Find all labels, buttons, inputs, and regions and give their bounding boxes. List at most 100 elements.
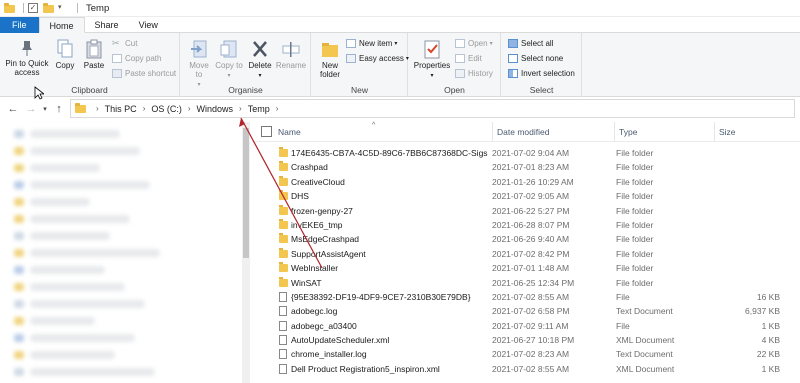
rename-button[interactable]: Rename: [275, 39, 307, 70]
copy-path-button[interactable]: Copy path: [112, 52, 161, 64]
paste-shortcut-label: Paste shortcut: [125, 68, 177, 78]
invert-selection-icon: [508, 68, 518, 78]
select-all-button[interactable]: Select all: [508, 37, 553, 49]
chevron-right-icon: ›: [187, 104, 191, 113]
tab-file[interactable]: File: [0, 17, 39, 33]
delete-button[interactable]: Delete ▾: [247, 39, 273, 81]
ribbon-tabs: File Home Share View: [0, 17, 800, 33]
column-header-name[interactable]: Name: [278, 127, 301, 137]
pin-icon: [20, 39, 34, 57]
file-name: adobegc.log: [291, 306, 338, 317]
edit-button[interactable]: Edit: [455, 52, 482, 64]
address-bar[interactable]: › This PC › OS (C:) › Windows › Temp ›: [70, 99, 795, 118]
edit-icon: [455, 53, 465, 63]
file-row[interactable]: invEKE6_tmp 2021-06-28 8:07 PM File folder: [252, 218, 800, 232]
file-row[interactable]: SupportAssistAgent 2021-07-02 8:42 PM File…: [252, 247, 800, 261]
properties-button[interactable]: Properties ▾: [413, 39, 451, 81]
history-button[interactable]: History: [455, 67, 493, 79]
file-row[interactable]: MsEdgeCrashpad 2021-06-26 9:40 AM File fol…: [252, 232, 800, 246]
column-header-size[interactable]: Size: [714, 121, 736, 142]
tab-share[interactable]: Share: [85, 17, 129, 33]
file-date: 2021-07-01 1:48 AM: [492, 263, 570, 274]
easy-access-label: Easy access: [359, 53, 404, 63]
file-row[interactable]: Dell Product Registration5_inspiron.xml 2…: [252, 362, 800, 376]
new-folder-button[interactable]: New folder: [316, 39, 344, 79]
paste-shortcut-button[interactable]: Paste shortcut: [112, 67, 176, 79]
tab-home[interactable]: Home: [38, 17, 85, 33]
properties-icon: [423, 39, 441, 59]
navigation-bar: ← → ▾ ↑ › This PC › OS (C:) › Windows › …: [0, 97, 800, 121]
file-row[interactable]: {95E38392-DF19-4DF9-9CE7-2310B30E79DB} 20…: [252, 290, 800, 304]
file-name: WebInstaller: [291, 263, 339, 274]
column-header-date[interactable]: Date modified: [492, 121, 549, 142]
cut-label: Cut: [125, 38, 138, 48]
recent-locations-chevron-icon[interactable]: ▾: [40, 105, 50, 113]
invert-selection-button[interactable]: Invert selection: [508, 67, 575, 79]
navigation-pane-scrollbar[interactable]: [242, 122, 250, 383]
column-header-type[interactable]: Type: [614, 121, 637, 142]
file-row[interactable]: adobegc.log 2021-07-02 6:58 PM Text Docume…: [252, 304, 800, 318]
breadcrumb-this-pc[interactable]: This PC: [105, 104, 137, 114]
file-date: 2021-07-01 8:23 AM: [492, 162, 570, 173]
file-row[interactable]: adobegc_a03400 2021-07-02 9:11 AM File 1 KB: [252, 319, 800, 333]
paste-button[interactable]: Paste: [80, 39, 108, 70]
breadcrumb-temp[interactable]: Temp: [248, 104, 270, 114]
customize-quick-access-icon[interactable]: ▾: [58, 3, 69, 14]
file-date: 2021-07-02 8:23 AM: [492, 349, 570, 360]
file-row[interactable]: frozen-genpy-27 2021-06-22 5:27 PM File fo…: [252, 204, 800, 218]
file-row[interactable]: CreativeCloud 2021-01-26 10:29 AM File fol…: [252, 175, 800, 189]
select-all-label: Select all: [521, 38, 554, 48]
open-group: Properties ▾ Open ▾ Edit History Open: [409, 33, 501, 97]
file-icon: [279, 306, 287, 317]
tab-view[interactable]: View: [129, 17, 168, 33]
folder-icon: [279, 161, 288, 172]
file-row[interactable]: DHS 2021-07-02 9:05 AM File folder: [252, 189, 800, 203]
file-row[interactable]: AutoUpdateScheduler.xml 2021-06-27 10:18 …: [252, 333, 800, 347]
pin-to-quick-access-button[interactable]: Pin to Quick access: [4, 39, 50, 77]
file-size: 1 KB: [761, 363, 780, 374]
new-item-label: New item: [359, 38, 393, 48]
select-group-label: Select: [529, 85, 554, 95]
file-type: XML Document: [616, 335, 675, 346]
file-row[interactable]: WinSAT 2021-06-25 12:34 PM File folder: [252, 276, 800, 290]
file-row[interactable]: WebInstaller 2021-07-01 1:48 AM File folde…: [252, 261, 800, 275]
copy-button[interactable]: Copy: [52, 39, 78, 70]
select-all-icon: [508, 38, 518, 48]
easy-access-button[interactable]: Easy access ▾: [346, 52, 409, 64]
file-type: File folder: [616, 248, 654, 259]
select-none-label: Select none: [521, 53, 564, 63]
cut-button[interactable]: ✂ Cut: [112, 37, 137, 49]
file-date: 2021-06-25 12:34 PM: [492, 277, 575, 288]
file-row[interactable]: Crashpad 2021-07-01 8:23 AM File folder: [252, 160, 800, 174]
breadcrumb-windows[interactable]: Windows: [197, 104, 234, 114]
copy-path-label: Copy path: [125, 53, 162, 63]
back-arrow-icon[interactable]: ←: [4, 103, 22, 115]
navigation-pane[interactable]: [0, 122, 250, 383]
properties-quick-icon[interactable]: ✓: [28, 2, 39, 14]
file-type: File folder: [616, 162, 654, 173]
file-name: SupportAssistAgent: [291, 248, 366, 259]
file-row[interactable]: 174E6435-CB7A-4C5D-89C6-7BB6C87368DC-Sig…: [252, 146, 800, 160]
new-folder-quick-icon[interactable]: [43, 2, 54, 14]
file-row[interactable]: chrome_installer.log 2021-07-02 8:23 AM Te…: [252, 347, 800, 361]
move-to-icon: [190, 39, 208, 59]
divider: [77, 3, 78, 13]
breadcrumb-os-c[interactable]: OS (C:): [151, 104, 182, 114]
forward-arrow-icon[interactable]: →: [22, 103, 40, 115]
delete-label: Delete: [248, 61, 272, 70]
select-all-checkbox[interactable]: [261, 126, 272, 137]
file-list: 174E6435-CB7A-4C5D-89C6-7BB6C87368DC-Sig…: [252, 146, 800, 376]
move-to-label: Move to: [189, 61, 209, 79]
open-button[interactable]: Open ▾: [455, 37, 493, 49]
new-item-button[interactable]: New item ▾: [346, 37, 397, 49]
file-size: 16 KB: [756, 291, 780, 302]
select-none-button[interactable]: Select none: [508, 52, 563, 64]
move-to-button[interactable]: Move to ▾: [185, 39, 213, 90]
up-arrow-icon[interactable]: ↑: [50, 103, 68, 115]
file-name: DHS: [291, 191, 309, 202]
new-folder-label: New folder: [319, 61, 340, 79]
new-group: New folder New item ▾ Easy access ▾ New: [312, 33, 409, 97]
file-name: chrome_installer.log: [291, 349, 367, 360]
copy-to-button[interactable]: Copy to ▾: [215, 39, 243, 81]
scrollbar-thumb[interactable]: [243, 128, 249, 258]
